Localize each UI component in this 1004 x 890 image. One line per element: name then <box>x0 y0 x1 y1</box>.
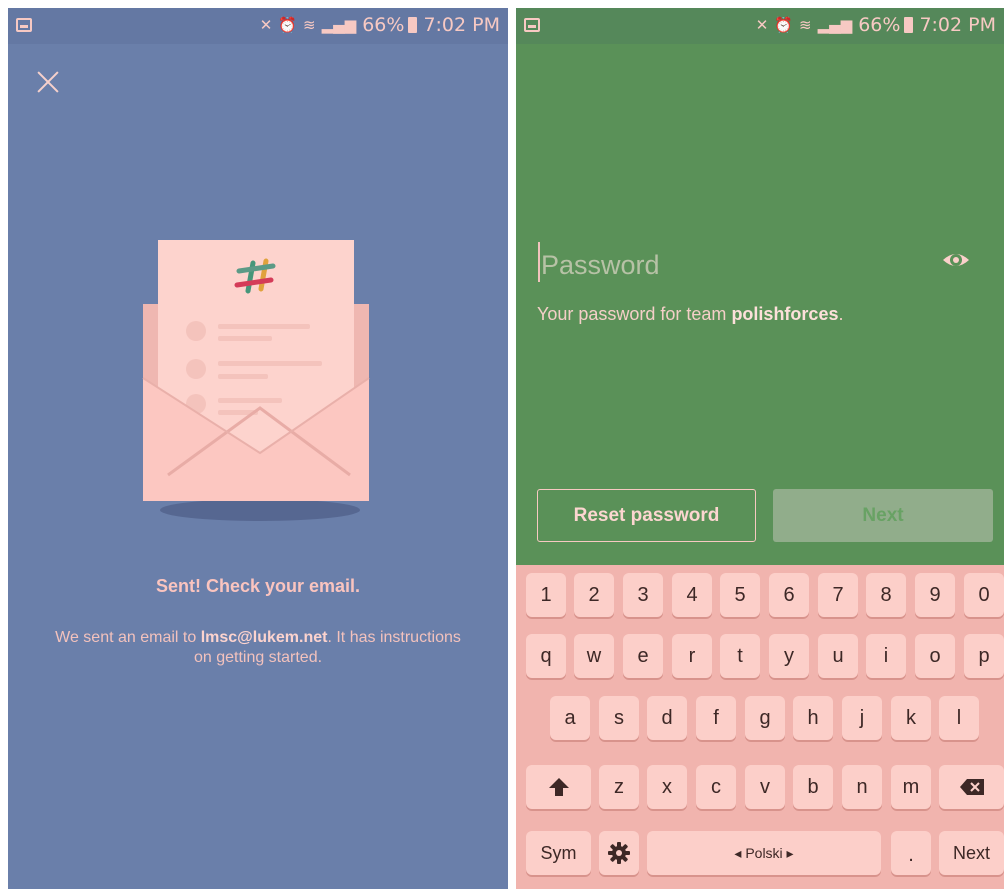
key[interactable]: 7 <box>818 573 858 617</box>
key[interactable]: 5 <box>720 573 760 617</box>
key[interactable]: n <box>842 765 882 809</box>
clock: 7:02 PM <box>919 14 996 36</box>
key[interactable]: e <box>623 634 663 678</box>
key[interactable]: a <box>550 696 590 740</box>
key[interactable]: m <box>891 765 931 809</box>
key[interactable]: 9 <box>915 573 955 617</box>
wifi-icon: ≋ <box>303 16 316 34</box>
settings-key[interactable] <box>599 831 639 875</box>
close-icon[interactable] <box>34 68 62 96</box>
key[interactable]: k <box>891 696 931 740</box>
key[interactable]: t <box>720 634 760 678</box>
battery-icon <box>904 17 914 33</box>
keyboard-middle-row: a s d f g h j k l <box>516 696 1004 740</box>
eye-icon[interactable] <box>941 245 971 275</box>
key[interactable]: u <box>818 634 858 678</box>
gear-icon <box>608 842 630 864</box>
status-bar: ✕ ⏰ ≋ ▂▄▆ 66% 7:02 PM <box>516 8 1004 44</box>
on-screen-keyboard: 1 2 3 4 5 6 7 8 9 0 q w e r t y u i o p … <box>516 565 1004 889</box>
key[interactable]: l <box>939 696 979 740</box>
battery-icon <box>408 17 418 33</box>
key[interactable]: 8 <box>866 573 906 617</box>
wifi-icon: ≋ <box>799 16 812 34</box>
period-key[interactable]: . <box>891 831 931 875</box>
key[interactable]: o <box>915 634 955 678</box>
key[interactable]: 6 <box>769 573 809 617</box>
envelope-illustration <box>142 240 370 521</box>
password-input[interactable] <box>540 245 921 285</box>
signal-icon: ▂▄▆ <box>321 16 357 34</box>
key[interactable]: d <box>647 696 687 740</box>
password-hint: Your password for team polishforces. <box>537 304 844 324</box>
key[interactable]: y <box>769 634 809 678</box>
key[interactable]: w <box>574 634 614 678</box>
keyboard-function-row: Sym ◂ Polski ▸ . Next <box>516 831 1004 875</box>
key[interactable]: h <box>793 696 833 740</box>
shift-key[interactable] <box>526 765 591 809</box>
key[interactable]: 2 <box>574 573 614 617</box>
reset-password-button[interactable]: Reset password <box>537 489 756 542</box>
key[interactable]: i <box>866 634 906 678</box>
key[interactable]: z <box>599 765 639 809</box>
key[interactable]: j <box>842 696 882 740</box>
key[interactable]: 3 <box>623 573 663 617</box>
space-key[interactable]: ◂ Polski ▸ <box>647 831 881 875</box>
key[interactable]: f <box>696 696 736 740</box>
sent-title: Sent! Check your email. <box>155 576 361 596</box>
shift-icon <box>548 778 569 796</box>
battery-percent: 66% <box>858 14 901 36</box>
alarm-icon: ⏰ <box>774 16 794 34</box>
alarm-icon: ⏰ <box>278 16 298 34</box>
keyboard-number-row: 1 2 3 4 5 6 7 8 9 0 <box>516 573 1004 617</box>
key[interactable]: 4 <box>672 573 712 617</box>
key[interactable]: v <box>745 765 785 809</box>
key[interactable]: 1 <box>526 573 566 617</box>
key[interactable]: r <box>672 634 712 678</box>
keyboard-top-row: q w e r t y u i o p <box>516 634 1004 678</box>
password-screen: ✕ ⏰ ≋ ▂▄▆ 66% 7:02 PM Your password for … <box>516 8 1004 889</box>
next-button[interactable]: Next <box>773 489 993 542</box>
key[interactable]: 0 <box>964 573 1004 617</box>
key[interactable]: x <box>647 765 687 809</box>
battery-percent: 66% <box>362 14 405 36</box>
backspace-icon <box>959 779 984 795</box>
key[interactable]: g <box>745 696 785 740</box>
key[interactable]: b <box>793 765 833 809</box>
signal-icon: ▂▄▆ <box>817 16 853 34</box>
key[interactable]: q <box>526 634 566 678</box>
team-name: polishforces <box>731 304 839 324</box>
backspace-key[interactable] <box>939 765 1004 809</box>
key[interactable]: p <box>964 634 1004 678</box>
mute-icon: ✕ <box>259 16 273 34</box>
sent-message: We sent an email to lmsc@lukem.net. It h… <box>55 629 461 666</box>
keyboard-bottom-row: z x c v b n m <box>516 765 1004 809</box>
mute-icon: ✕ <box>755 16 769 34</box>
key[interactable]: s <box>599 696 639 740</box>
gallery-notification-icon <box>16 18 32 32</box>
gallery-notification-icon <box>524 18 540 32</box>
sym-key[interactable]: Sym <box>526 831 591 875</box>
clock: 7:02 PM <box>423 14 500 36</box>
enter-next-key[interactable]: Next <box>939 831 1004 875</box>
key[interactable]: c <box>696 765 736 809</box>
email-sent-screen: ✕ ⏰ ≋ ▂▄▆ 66% 7:02 PM Sent! Check your e… <box>8 8 508 889</box>
status-bar: ✕ ⏰ ≋ ▂▄▆ 66% 7:02 PM <box>8 8 508 44</box>
email-address: lmsc@lukem.net <box>200 629 328 646</box>
